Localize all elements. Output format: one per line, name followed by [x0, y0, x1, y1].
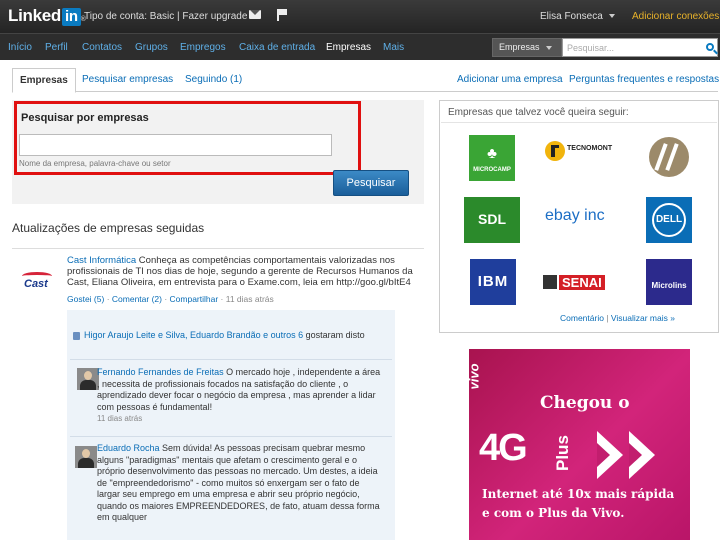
linkedin-logo[interactable]: Linked in ®	[8, 6, 86, 26]
likes-line: Higor Araujo Leite e Silva, Eduardo Bran…	[73, 329, 391, 341]
company-tile-suggested[interactable]	[646, 135, 692, 181]
suggest-title: Empresas que talvez você queira seguir:	[448, 107, 629, 118]
search-button[interactable]: Pesquisar	[333, 170, 409, 196]
nav-empresas[interactable]: Empresas	[326, 42, 371, 53]
nav-perfil[interactable]: Perfil	[45, 42, 68, 53]
add-company-link[interactable]: Adicionar uma empresa	[457, 74, 563, 85]
highlight-annotation	[14, 101, 361, 175]
ad-4g: 4G	[479, 427, 528, 469]
thumbs-up-icon	[73, 331, 80, 340]
comment-timestamp: 11 dias atrás	[97, 414, 143, 423]
company-tile-sdl[interactable]: SDL	[464, 197, 520, 243]
company-tile-microcamp[interactable]: ♣ MICROCAMP	[469, 135, 515, 181]
update-text: Cast Informática Conheça as competências…	[67, 255, 413, 288]
nav-contatos[interactable]: Contatos	[82, 42, 122, 53]
chevron-right-icon	[629, 431, 655, 479]
main-nav: Início Perfil Contatos Grupos Empregos C…	[0, 33, 720, 60]
company-tile-dell[interactable]: DELL	[646, 197, 692, 243]
vivo-4g-ad[interactable]: vivo Chegou o 4G Plus Internet até 10x m…	[469, 349, 690, 540]
faq-link[interactable]: Perguntas frequentes e respostas	[569, 74, 719, 85]
share-link[interactable]: Compartilhar	[170, 294, 219, 304]
section-title: Atualizações de empresas seguidas	[12, 221, 205, 235]
ad-plus: Plus	[553, 435, 572, 471]
update-actions: Gostei (5) · Comentar (2) · Compartilhar…	[67, 294, 274, 304]
avatar[interactable]	[77, 368, 99, 390]
account-type: Tipo de conta: Basic | Fazer upgrade	[84, 11, 248, 22]
search-scope-select[interactable]: Empresas	[492, 38, 562, 57]
divider	[70, 359, 392, 360]
nav-mais[interactable]: Mais	[383, 42, 404, 53]
add-connections-link[interactable]: Adicionar conexões	[632, 11, 719, 22]
comment-feedback-link[interactable]: Comentário	[560, 313, 604, 323]
chevron-down-icon	[608, 14, 615, 19]
comment: Fernando Fernandes de Freitas O mercado …	[97, 367, 381, 423]
ad-headline: Chegou o	[540, 393, 630, 413]
chevron-right-icon	[597, 431, 623, 479]
likers-link[interactable]: Higor Araujo Leite e Silva, Eduardo Bran…	[84, 330, 303, 340]
nav-empregos[interactable]: Empregos	[180, 42, 226, 53]
company-tile-ebay[interactable]: ebay inc	[543, 197, 617, 243]
like-link[interactable]: Gostei (5)	[67, 294, 104, 304]
companies-tabs: Empresas Pesquisar empresas Seguindo (1)…	[12, 68, 719, 93]
view-more-link[interactable]: Visualizar mais »	[611, 313, 675, 323]
comment: Eduardo Rocha Sem dúvida! As pessoas pre…	[97, 443, 380, 522]
upgrade-link[interactable]: Fazer upgrade	[182, 11, 247, 22]
timestamp: 11 dias atrás	[225, 294, 274, 304]
tab-seguindo[interactable]: Seguindo (1)	[185, 74, 242, 85]
tab-empresas[interactable]: Empresas	[12, 68, 76, 93]
ad-line-2: e com o Plus da Vivo.	[482, 506, 625, 520]
user-menu[interactable]: Elisa Fonseca	[540, 11, 615, 22]
global-search-input[interactable]	[562, 38, 718, 57]
company-name-link[interactable]: Cast Informática	[67, 255, 136, 266]
nav-inicio[interactable]: Início	[8, 42, 32, 53]
divider	[12, 248, 424, 249]
top-bar: Linked in ® Tipo de conta: Basic | Fazer u…	[0, 0, 720, 33]
ad-line-1: Internet até 10x mais rápida	[482, 487, 675, 501]
chevron-down-icon	[545, 45, 552, 50]
messages-icon[interactable]	[249, 10, 261, 19]
avatar[interactable]	[75, 446, 97, 468]
comment-author-link[interactable]: Eduardo Rocha	[97, 443, 160, 453]
company-logo[interactable]: Cast	[18, 268, 58, 294]
company-tile-ibm[interactable]: IBM	[470, 259, 516, 305]
tab-pesquisar-empresas[interactable]: Pesquisar empresas	[82, 74, 173, 85]
search-icon[interactable]	[706, 43, 714, 51]
comment-author-link[interactable]: Fernando Fernandes de Freitas	[97, 367, 224, 377]
notifications-flag-icon[interactable]	[277, 9, 287, 21]
suggest-footer: Comentário | Visualizar mais »	[560, 313, 675, 323]
nav-caixa-de-entrada[interactable]: Caixa de entrada	[239, 42, 315, 53]
comment-link[interactable]: Comentar (2)	[112, 294, 162, 304]
account-type-label: Tipo de conta: Basic	[84, 11, 175, 22]
company-tile-senai[interactable]: SENAI	[543, 259, 617, 305]
divider	[441, 122, 717, 123]
company-tile-microlins[interactable]: Microlins	[646, 259, 692, 305]
nav-grupos[interactable]: Grupos	[135, 42, 168, 53]
ad-brand: vivo	[469, 363, 482, 390]
company-tile-tecnomont[interactable]: TECNOMONT	[543, 135, 617, 181]
divider	[70, 436, 392, 437]
